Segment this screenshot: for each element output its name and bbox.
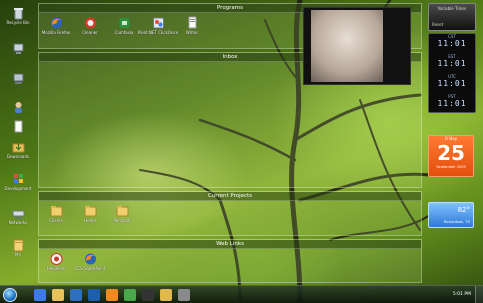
start-button[interactable]: [3, 288, 17, 302]
calendar-gadget[interactable]: Friday 25 September 2009: [428, 135, 474, 177]
firefox-icon: [84, 253, 96, 265]
program-paintnet[interactable]: Paint.NET ClickOnce: [138, 16, 178, 35]
firefox-icon: [50, 17, 62, 29]
link-label: CCS SharePoint: [74, 266, 106, 271]
folder-icon: [13, 239, 23, 252]
user-folder-icon[interactable]: [6, 100, 30, 114]
variable-timer-gadget[interactable]: Variable Timer Reset: [428, 3, 476, 31]
helpdesk-icon: [50, 253, 62, 265]
clock-pst: PST 11:01: [429, 94, 475, 114]
document-icon[interactable]: [6, 120, 30, 134]
clock-est: EST 11:01: [429, 54, 475, 74]
desktop-icon-label: Networks: [8, 220, 28, 225]
desktop-icon-label: Development: [4, 186, 32, 191]
network-icon: [12, 210, 24, 219]
computer-icon: [13, 43, 23, 54]
clock-cst: CST 11:01: [429, 34, 475, 54]
weather-temp: 82°: [457, 206, 470, 214]
desktop-icon-label: Recycle Bin: [6, 20, 30, 25]
timer-title: Variable Timer: [437, 6, 467, 11]
project-home[interactable]: Home: [79, 204, 101, 223]
document-icon: [14, 120, 22, 133]
terminal-icon[interactable]: [142, 289, 154, 301]
link-label: Helpdesk: [46, 266, 66, 271]
desktop-icon-label: Me: [15, 252, 21, 257]
project-label: Personal: [113, 218, 131, 223]
fence-title: Web Links: [39, 240, 421, 249]
project-clients[interactable]: Clients: [45, 204, 67, 223]
photo-gadget[interactable]: [303, 7, 411, 85]
clock-time: 11:01: [437, 99, 467, 108]
baby-photo: [311, 10, 383, 82]
computer-icon[interactable]: [6, 42, 30, 56]
folder-icon: [116, 206, 128, 217]
fence-title: Current Projects: [39, 192, 421, 201]
folder-icon: [84, 206, 96, 217]
link-ccs-sharepoint[interactable]: CCS SharePoint: [75, 252, 105, 271]
project-label: Clients: [49, 218, 63, 223]
world-clocks-gadget[interactable]: CST 11:01 EST 11:01 UTC 11:01 PST 11:01: [428, 33, 476, 113]
link-helpdesk[interactable]: Helpdesk: [45, 252, 67, 271]
development-icon: [13, 174, 23, 183]
fence-current-projects[interactable]: Current Projects Clients Home Personal: [38, 191, 422, 236]
program-firefox[interactable]: Mozilla Firefox: [41, 16, 71, 35]
downloads-folder-icon: [12, 143, 24, 153]
clock-time: 11:01: [437, 59, 467, 68]
program-label: Paint.NET ClickOnce: [137, 30, 179, 35]
fence-web-links[interactable]: Web Links Helpdesk CCS SharePoint: [38, 239, 422, 283]
user-folder-icon: [14, 102, 22, 113]
paintnet-icon: [152, 17, 164, 29]
program-label: Cleaner: [82, 30, 98, 35]
weather-city: Richardson, TX: [443, 220, 470, 224]
development-icon[interactable]: Development: [4, 172, 32, 191]
recycle-bin-icon: [13, 8, 23, 20]
writer-icon: [188, 16, 196, 29]
program-label: Writer: [185, 30, 199, 35]
clock-time: 11:01: [437, 79, 467, 88]
app-icon[interactable]: [178, 289, 190, 301]
downloads-folder-icon[interactable]: Downloads: [6, 140, 30, 159]
system-tray: 5:01 PM: [388, 286, 483, 303]
firefox-icon[interactable]: [106, 289, 118, 301]
taskbar: 5:01 PM: [0, 285, 483, 303]
show-desktop-button[interactable]: [475, 286, 483, 303]
desktop-icon-label: Downloads: [7, 154, 29, 159]
network-computer-icon: [13, 73, 23, 84]
outlook-icon[interactable]: [88, 289, 100, 301]
network-computer-icon[interactable]: [6, 72, 30, 86]
project-personal[interactable]: Personal: [111, 204, 133, 223]
clock-time: 11:01: [437, 39, 467, 48]
project-label: Home: [84, 218, 96, 223]
calendar-date: 25: [437, 141, 465, 165]
program-camtasia[interactable]: Camtasia: [113, 16, 135, 35]
me-folder-icon[interactable]: Me: [6, 238, 30, 257]
desktop: Recycle Bin Downloads Development Networ…: [0, 0, 483, 303]
folder-icon: [50, 206, 62, 217]
program-writer[interactable]: Writer: [181, 16, 203, 35]
timer-reset-button[interactable]: Reset: [432, 22, 443, 27]
chat-icon[interactable]: [124, 289, 136, 301]
folder-icon[interactable]: [160, 289, 172, 301]
ie-icon[interactable]: [34, 289, 46, 301]
recycle-bin-icon[interactable]: Recycle Bin: [6, 6, 30, 25]
tray-clock[interactable]: 5:01 PM: [453, 292, 471, 297]
tray-icons[interactable]: [390, 292, 430, 298]
program-cleaner[interactable]: Cleaner: [79, 16, 101, 35]
network-icon[interactable]: Networks: [6, 206, 30, 225]
program-label: Mozilla Firefox: [41, 30, 71, 35]
camtasia-icon: [119, 18, 129, 28]
ccleaner-icon: [84, 17, 96, 29]
media-player-icon[interactable]: [70, 289, 82, 301]
weather-gadget[interactable]: 82° Richardson, TX: [428, 202, 474, 228]
clock-utc: UTC 11:01: [429, 74, 475, 94]
explorer-icon[interactable]: [52, 289, 64, 301]
calendar-month: September 2009: [436, 165, 466, 169]
program-label: Camtasia: [114, 30, 134, 35]
